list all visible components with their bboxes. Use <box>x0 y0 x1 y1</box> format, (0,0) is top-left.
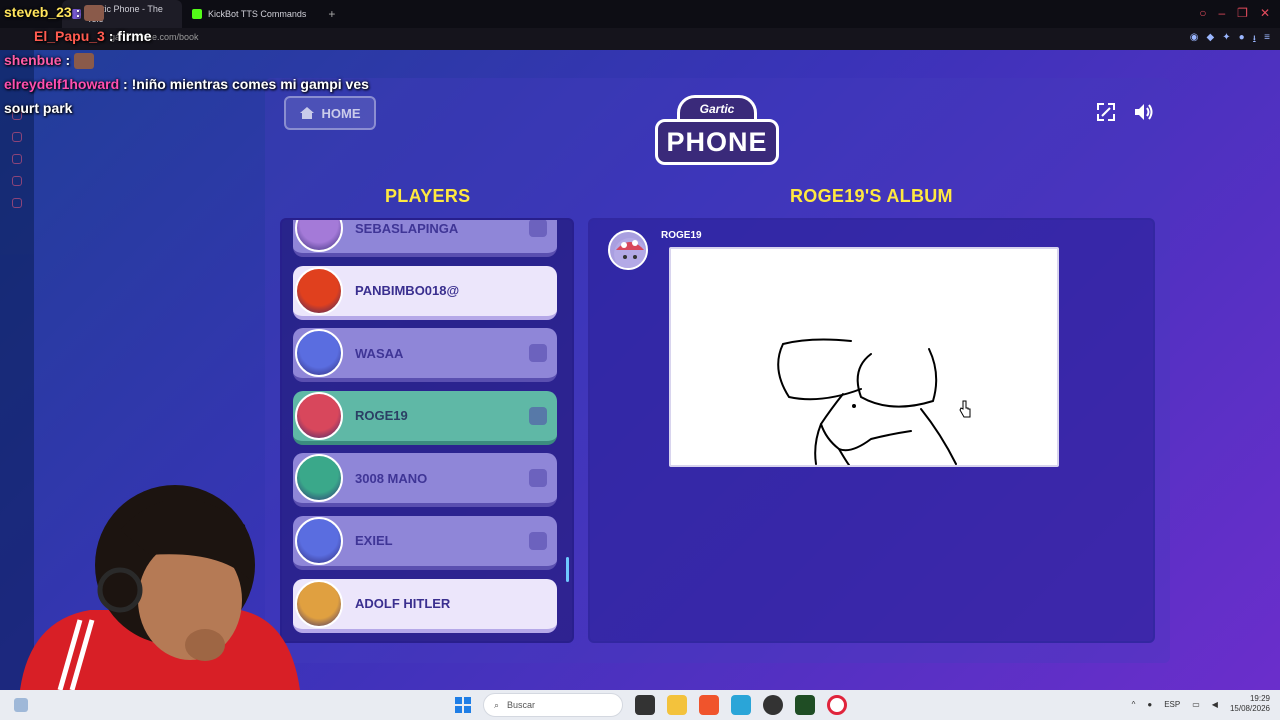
gartic-phone-logo: Gartic PHONE <box>655 95 779 169</box>
player-name: WASAA <box>355 345 404 361</box>
avatar <box>295 454 343 503</box>
file-explorer-icon[interactable] <box>667 695 687 715</box>
taskbar-apps: ⌕ Buscar <box>455 693 847 717</box>
kick-player-icon[interactable] <box>529 344 547 363</box>
chat-message: steveb_23 : <box>4 0 424 24</box>
date-text: 15/08/2026 <box>1229 704 1270 713</box>
players-scrollbar[interactable] <box>566 557 569 582</box>
clock[interactable]: 19:29 15/08/2026 <box>1230 694 1270 714</box>
chat-text: sourt park <box>4 100 73 116</box>
close-icon[interactable]: ✕ <box>1260 6 1270 20</box>
player-name: SEBASLAPINGA <box>355 220 459 236</box>
obs-icon[interactable] <box>763 695 783 715</box>
chat-message: El_Papu_3 : firme <box>34 24 424 48</box>
search-icon: ⌕ <box>494 699 500 710</box>
player-name: 3008 MANO <box>355 470 428 486</box>
player-name: ROGE19 <box>355 408 408 424</box>
mic-icon[interactable]: ● <box>1147 700 1152 709</box>
search-tabs-icon[interactable]: ○ <box>1199 6 1206 20</box>
chat-separator: : <box>119 76 128 92</box>
album-title: ROGE19'S ALBUM <box>790 186 953 206</box>
players-panel: SEBASLAPINGA PANBIMBO018@ WASAA ROGE19 3… <box>280 218 574 643</box>
webcam-overlay <box>20 485 300 690</box>
chevron-up-icon[interactable]: ^ <box>1132 700 1136 709</box>
sidebar-icon[interactable] <box>12 176 22 186</box>
avatar <box>295 579 343 628</box>
chat-username: El_Papu_3 <box>34 28 105 44</box>
extension-icon[interactable]: ◆ <box>1207 32 1215 49</box>
window-controls: ○ – ❐ ✕ <box>1199 6 1270 20</box>
logo-main-text: PHONE <box>655 119 779 165</box>
kick-player-icon[interactable] <box>529 531 547 550</box>
kick-player-icon[interactable] <box>529 406 547 425</box>
player-row[interactable]: PANBIMBO018@ <box>293 265 557 320</box>
player-row[interactable]: 3008 MANO <box>293 453 557 508</box>
sidebar-icon[interactable] <box>12 154 22 164</box>
top-right-controls <box>1094 100 1156 124</box>
sidebar-icon[interactable] <box>12 198 22 208</box>
emote-icon <box>84 5 105 22</box>
chat-separator: : <box>61 52 71 68</box>
system-tray: ^ ● ESP ▭ ◀ 19:29 15/08/2026 <box>1132 694 1270 714</box>
start-icon[interactable] <box>455 697 471 713</box>
task-view-icon[interactable] <box>635 695 655 715</box>
opera-gx-icon[interactable] <box>827 695 847 715</box>
search-placeholder: Buscar <box>507 700 536 710</box>
avatar <box>295 220 343 252</box>
kick-player-icon[interactable] <box>529 469 547 488</box>
avatar <box>295 266 343 315</box>
avatar <box>295 391 343 440</box>
album-author-name: ROGE19 <box>661 230 702 241</box>
drawing-canvas <box>669 247 1059 467</box>
extension-icon[interactable]: ◉ <box>1190 32 1199 49</box>
player-name: EXIEL <box>355 533 393 549</box>
fullscreen-icon[interactable] <box>1094 100 1118 124</box>
avatar <box>608 230 648 270</box>
terminal-icon[interactable] <box>795 695 815 715</box>
sidebar-icon[interactable] <box>12 132 22 142</box>
drawing-sketch <box>777 338 957 466</box>
chat-username: shenbue <box>4 52 62 68</box>
language-indicator[interactable]: ESP <box>1164 700 1180 709</box>
stream-chat: steveb_23 : El_Papu_3 : firme shenbue : … <box>4 0 424 120</box>
chat-text: !niño mientras comes mi gampi ves <box>127 76 369 92</box>
chat-text: firme <box>113 28 152 44</box>
widgets-icon[interactable] <box>14 698 28 712</box>
download-icon[interactable]: ⭳ <box>1253 32 1257 49</box>
player-row[interactable]: EXIEL <box>293 515 557 570</box>
players-list: SEBASLAPINGA PANBIMBO018@ WASAA ROGE19 3… <box>293 220 557 641</box>
chat-message: elreydelf1howard : !niño mientras comes … <box>4 72 424 96</box>
player-name: PANBIMBO018@ <box>355 283 460 299</box>
player-row[interactable]: SEBASLAPINGA <box>293 220 557 257</box>
volume-icon[interactable] <box>1132 100 1156 124</box>
chat-separator: : <box>71 4 81 20</box>
emote-icon <box>74 53 95 70</box>
extension-icons: ◉ ◆ ✦ ● ⭳ ≡ <box>1190 32 1270 49</box>
player-row[interactable]: WASAA <box>293 328 557 383</box>
kick-player-icon[interactable] <box>529 220 547 237</box>
chat-message: sourt park <box>4 96 424 120</box>
app-icon[interactable] <box>731 695 751 715</box>
hand-cursor-icon <box>959 400 971 418</box>
players-title: PLAYERS <box>385 186 471 206</box>
brave-browser-icon[interactable] <box>699 695 719 715</box>
menu-icon[interactable]: ≡ <box>1264 32 1270 49</box>
avatar <box>295 329 343 378</box>
extension-icon[interactable]: ✦ <box>1222 32 1230 49</box>
chat-username: elreydelf1howard <box>4 76 120 92</box>
speaker-icon[interactable]: ◀ <box>1212 700 1218 709</box>
minimize-icon[interactable]: – <box>1218 6 1225 20</box>
chat-username: steveb_23 <box>4 4 72 20</box>
chat-message: shenbue : <box>4 48 424 72</box>
player-row[interactable]: ROGE19 <box>293 390 557 445</box>
time-text: 19:29 <box>1249 694 1270 703</box>
taskbar-search[interactable]: ⌕ Buscar <box>483 693 623 717</box>
profile-icon[interactable]: ● <box>1239 32 1245 49</box>
player-name: ADOLF HITLER <box>355 596 451 612</box>
windows-taskbar: ⌕ Buscar ^ ● ESP ▭ ◀ 19:29 15/08/2026 <box>0 690 1280 720</box>
player-row[interactable]: ADOLF HITLER <box>293 578 557 633</box>
network-icon[interactable]: ▭ <box>1192 700 1200 709</box>
avatar <box>295 516 343 565</box>
maximize-icon[interactable]: ❐ <box>1237 6 1248 20</box>
